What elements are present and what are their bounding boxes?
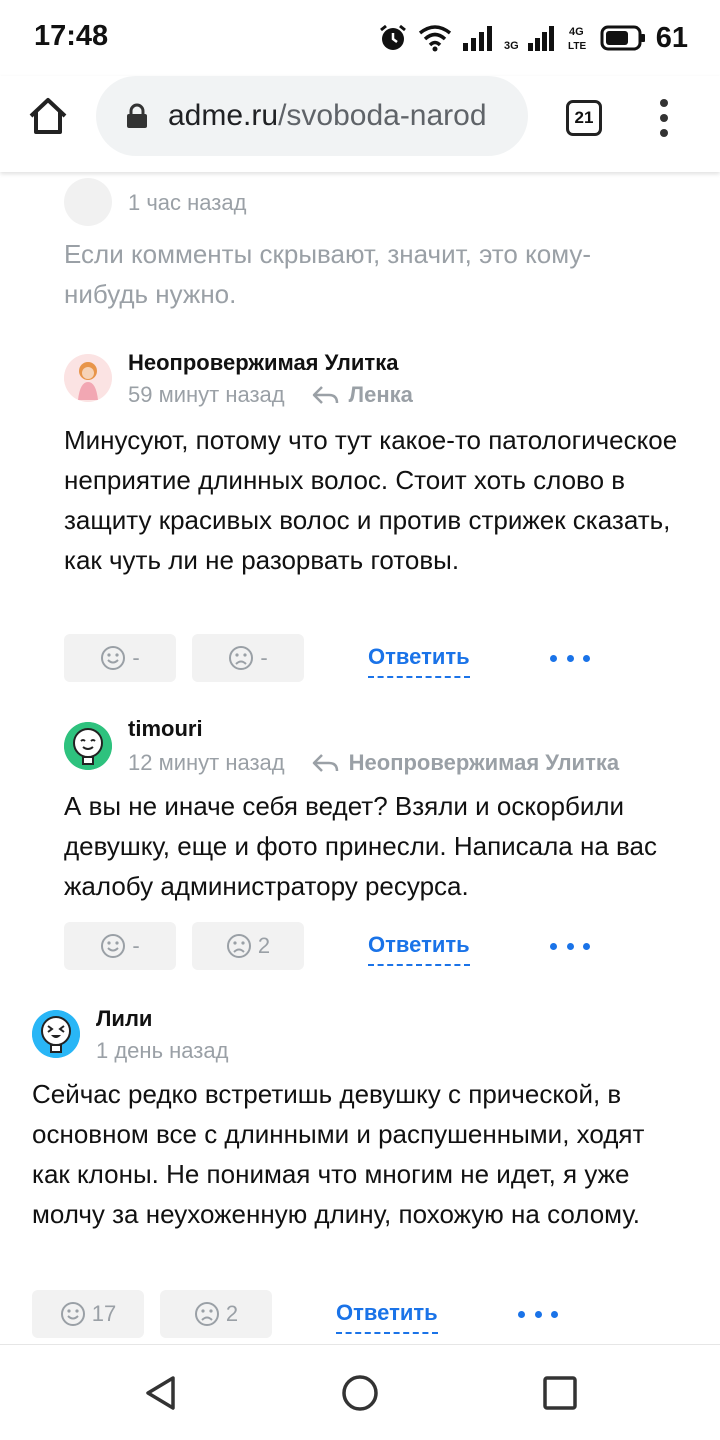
more-dot-icon [583,654,590,662]
more-dot-icon [551,1310,558,1318]
reply-to[interactable]: Неопровержимая Улитка [311,750,619,776]
home-nav-button[interactable] [340,1373,380,1418]
dislike-button[interactable]: 2 [192,922,304,970]
frown-icon [226,934,251,958]
home-circle-icon [342,1375,378,1411]
svg-text:4G: 4G [569,26,584,38]
comment: Лили 1 день назад Сейчас редко встретишь… [0,1000,720,1344]
dislike-count: 2 [225,1301,239,1326]
reply-arrow-icon [312,754,338,772]
more-options-button[interactable] [550,936,590,956]
reply-to[interactable]: Ленка [311,382,413,408]
comment-meta: 59 минут назад Ленка [128,382,413,408]
comment-text: Сейчас редко встретишь девушку с прическ… [32,1079,645,1229]
smile-icon [101,646,126,670]
4g-lte-icon: 4G LTE [568,26,586,52]
more-dot-icon [566,654,574,662]
back-button[interactable] [140,1373,180,1418]
comment-time: 12 минут назад [128,750,285,775]
comment: timouri 12 минут назад Неопровержимая Ул… [0,712,720,972]
comment-text: Минусуют, потому что тут какое-то патоло… [64,425,678,575]
comment: Неопровержимая Улитка 59 минут назад Лен… [0,344,720,684]
comment-text: А вы не иначе себя ведет? Взяли и оскорб… [64,791,658,901]
like-button[interactable]: - [64,922,176,970]
comment-text: Если комменты скрывают, значит, это кому… [64,239,592,309]
avatar[interactable] [32,1010,80,1058]
avatar-illustration [32,1010,80,1058]
more-dot-icon [550,942,557,950]
status-time: 17:48 [34,20,109,52]
comments-list: 1 час назад Если комменты скрывают, знач… [0,172,720,1344]
comment-meta: 12 минут назад Неопровержимая Улитка [128,750,619,776]
comment-author[interactable]: timouri [128,716,203,742]
avatar[interactable] [64,354,112,402]
status-icons: 3G 4G LTE 61 [378,18,688,58]
url-path: /svoboda-narod [278,99,487,132]
comment-author[interactable]: Неопровержимая Улитка [128,350,398,376]
avatar-illustration [64,722,112,770]
signal-icon [462,26,492,51]
smile-icon [60,1302,85,1326]
battery-level: 61 [655,21,688,54]
more-dot-icon [518,1310,525,1318]
reply-to-name: Неопровержимая Улитка [348,750,620,775]
reply-button[interactable]: Ответить [336,1300,438,1334]
frown-icon [229,646,254,670]
more-dot-icon [550,654,557,662]
home-icon [29,98,67,134]
more-options-button[interactable] [550,648,590,668]
more-dot-icon [534,1310,542,1318]
dislike-count: 2 [257,933,271,958]
like-count: 17 [91,1301,117,1326]
comment: 1 час назад Если комменты скрывают, знач… [0,172,720,322]
lock-icon [127,103,147,128]
more-dot-icon [583,942,590,950]
browser-toolbar: adme.ru/svoboda-narod 21 [0,76,720,172]
back-triangle-icon [146,1376,175,1410]
more-options-button[interactable] [518,1304,558,1324]
recent-apps-button[interactable] [542,1375,578,1416]
comment-author[interactable]: Лили [96,1006,152,1032]
dislike-button[interactable]: - [192,634,304,682]
address-bar[interactable]: adme.ru/svoboda-narod [96,76,528,156]
status-bar: 17:48 3G 4G LTE 61 [0,0,720,76]
recent-square-icon [543,1376,577,1410]
reply-arrow-icon [312,386,338,404]
svg-text:3G: 3G [504,40,519,51]
avatar[interactable] [64,722,112,770]
comment-time: 1 час назад [128,190,247,215]
reply-button[interactable]: Ответить [368,932,470,966]
alarm-icon [379,24,406,50]
menu-button[interactable] [654,98,674,138]
svg-text:LTE: LTE [568,41,586,52]
comment-time: 59 минут назад [128,382,285,407]
tab-switcher-button[interactable]: 21 [566,100,602,136]
smile-icon [101,934,126,958]
comment-time: 1 день назад [96,1038,229,1063]
3g-signal-icon: 3G [504,26,554,51]
reply-to-name: Ленка [348,382,413,407]
like-button[interactable]: 17 [32,1290,144,1338]
frown-icon [194,1302,219,1326]
home-button[interactable] [26,94,70,138]
wifi-icon [418,25,451,52]
like-count: - [132,645,140,670]
reply-button[interactable]: Ответить [368,644,470,678]
like-count: - [132,933,140,958]
battery-icon [600,25,645,51]
like-button[interactable]: - [64,634,176,682]
avatar [64,178,112,226]
dislike-count: - [260,645,268,670]
more-vert-icon [660,99,668,137]
avatar-illustration [64,354,112,402]
more-dot-icon [566,942,574,950]
url-host: adme.ru [168,99,279,132]
dislike-button[interactable]: 2 [160,1290,272,1338]
system-nav-bar [0,1344,720,1440]
